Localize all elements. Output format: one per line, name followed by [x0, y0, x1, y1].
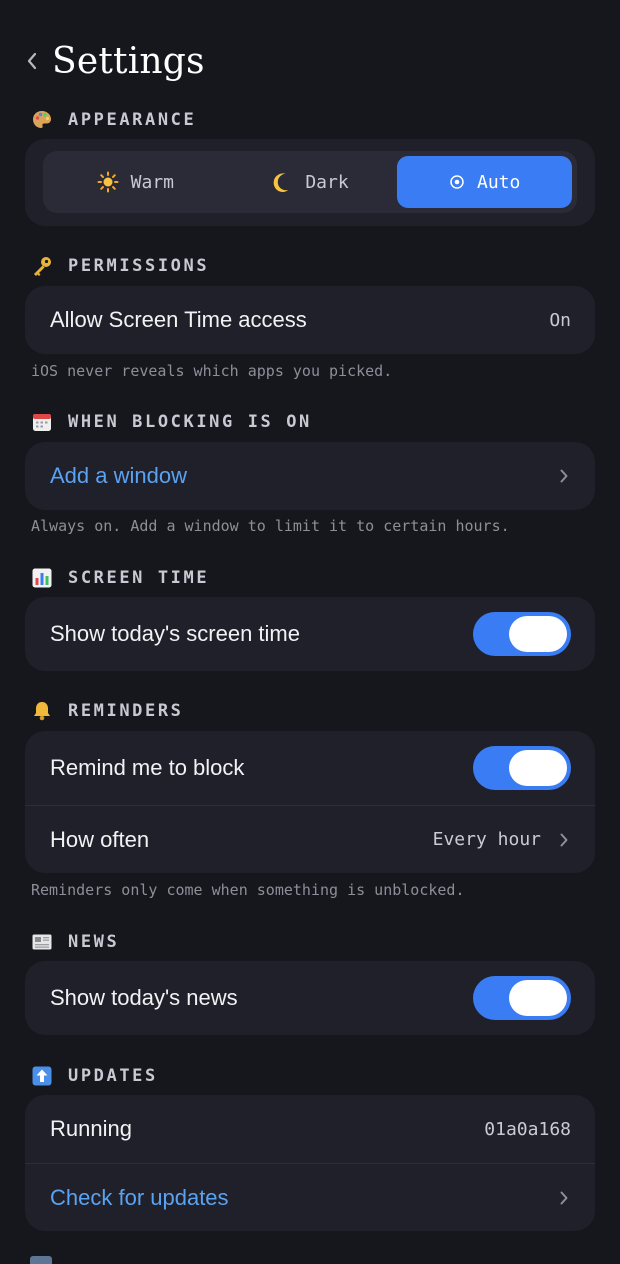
- blocking-card: Add a window: [25, 442, 595, 510]
- section-header-screen-time: SCREEN TIME: [30, 565, 209, 591]
- row-label: Show today's screen time: [50, 621, 300, 646]
- key-icon: [30, 254, 54, 278]
- calendar-icon: [30, 410, 54, 434]
- palette-icon: [30, 108, 54, 132]
- toggle-knob: [509, 750, 567, 786]
- bar-chart-icon: [30, 566, 54, 590]
- up-arrow-icon: [30, 1064, 54, 1088]
- remind-to-block-row: Remind me to block: [25, 731, 595, 805]
- show-news-row: Show today's news: [25, 961, 595, 1035]
- row-value: Every hour: [432, 829, 541, 850]
- section-header-updates: UPDATES: [30, 1063, 158, 1089]
- running-version-row: Running 01a0a168: [25, 1095, 595, 1163]
- updates-card: Running 01a0a168 Check for updates: [25, 1095, 595, 1231]
- section-title: UPDATES: [68, 1066, 158, 1086]
- reminders-footnote: Reminders only come when something is un…: [31, 881, 465, 899]
- chevron-right-icon: [557, 830, 571, 850]
- row-label: How often: [50, 826, 150, 852]
- section-header-blocking: WHEN BLOCKING IS ON: [30, 409, 312, 435]
- section-title: APPEARANCE: [68, 110, 197, 130]
- bell-icon: [30, 699, 54, 723]
- section-title: NEWS: [68, 932, 120, 952]
- section-header-news: NEWS: [30, 929, 119, 955]
- segment-label: Auto: [477, 171, 521, 193]
- news-card: Show today's news: [25, 961, 595, 1035]
- header: Settings: [26, 36, 205, 86]
- row-label: Remind me to block: [50, 755, 245, 780]
- section-title: SCREEN TIME: [68, 568, 210, 588]
- segment-auto[interactable]: Auto: [397, 156, 573, 208]
- toggle-knob: [509, 616, 567, 652]
- appearance-card: Warm Dark Auto: [25, 139, 595, 226]
- chevron-right-icon: [557, 1188, 571, 1208]
- section-title: REMINDERS: [68, 701, 184, 721]
- auto-icon: [449, 174, 465, 190]
- newspaper-icon: [30, 930, 54, 954]
- settings-screen: Settings APPEARANCE Warm Dark Auto PERMI…: [0, 0, 620, 1264]
- section-header-permissions: PERMISSIONS: [30, 253, 209, 279]
- section-header-appearance: APPEARANCE: [30, 107, 196, 133]
- segment-label: Warm: [130, 171, 175, 193]
- row-label: Allow Screen Time access: [50, 307, 307, 332]
- version-value: 01a0a168: [484, 1118, 571, 1140]
- remind-toggle[interactable]: [473, 746, 571, 790]
- news-toggle[interactable]: [473, 976, 571, 1020]
- next-section-icon: [30, 1256, 52, 1264]
- back-chevron-icon[interactable]: [26, 41, 50, 81]
- add-window-row[interactable]: Add a window: [25, 442, 595, 510]
- screen-time-card: Show today's screen time: [25, 597, 595, 671]
- moon-icon: [271, 171, 293, 193]
- page-title: Settings: [52, 40, 205, 82]
- show-screen-time-row: Show today's screen time: [25, 597, 595, 671]
- how-often-row[interactable]: How often Every hour: [25, 805, 595, 873]
- permissions-card: Allow Screen Time access On: [25, 286, 595, 354]
- check-updates-link: Check for updates: [50, 1184, 229, 1210]
- check-updates-row[interactable]: Check for updates: [25, 1163, 595, 1231]
- section-header-reminders: REMINDERS: [30, 698, 184, 724]
- segment-warm[interactable]: Warm: [48, 156, 223, 208]
- add-window-link: Add a window: [50, 463, 187, 488]
- sun-icon: [97, 171, 119, 193]
- segment-label: Dark: [305, 171, 349, 193]
- reminders-card: Remind me to block How often Every hour: [25, 731, 595, 873]
- screen-time-toggle[interactable]: [473, 612, 571, 656]
- row-label: Running: [50, 1116, 132, 1141]
- row-value: On: [549, 309, 571, 331]
- segment-dark[interactable]: Dark: [223, 156, 398, 208]
- blocking-footnote: Always on. Add a window to limit it to c…: [31, 517, 510, 535]
- section-title: PERMISSIONS: [68, 256, 210, 276]
- toggle-knob: [509, 980, 567, 1016]
- row-label: Show today's news: [50, 985, 238, 1010]
- chevron-right-icon: [557, 466, 571, 486]
- section-title: WHEN BLOCKING IS ON: [68, 412, 312, 432]
- appearance-segmented-control: Warm Dark Auto: [43, 151, 577, 213]
- screen-time-access-row[interactable]: Allow Screen Time access On: [25, 286, 595, 354]
- permissions-footnote: iOS never reveals which apps you picked.: [31, 362, 393, 380]
